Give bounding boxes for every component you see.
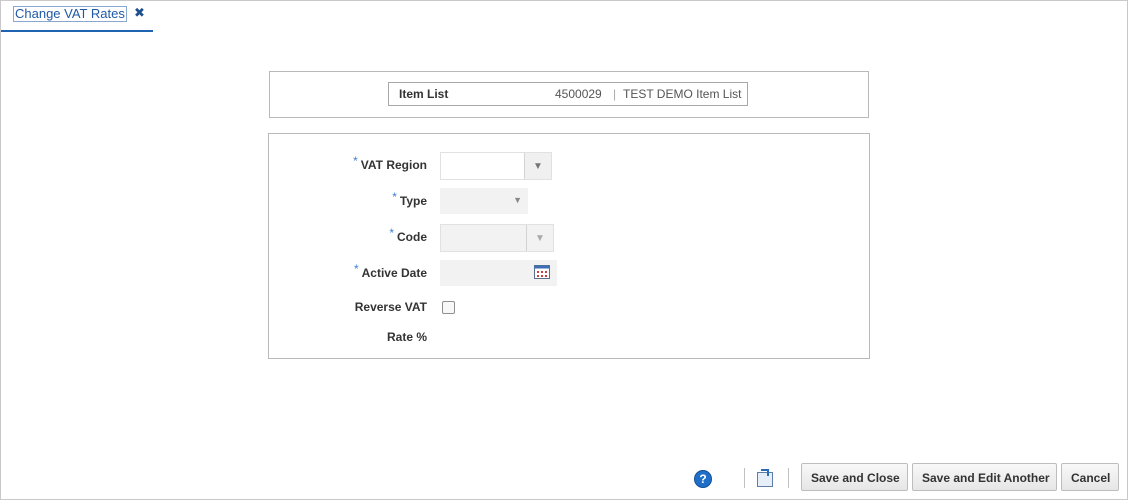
- type-select[interactable]: ▼: [440, 188, 528, 214]
- active-date-label: * Active Date: [354, 262, 427, 280]
- reverse-vat-checkbox[interactable]: [442, 301, 455, 314]
- reverse-vat-label: Reverse VAT: [354, 300, 427, 314]
- active-date-input[interactable]: [440, 260, 557, 286]
- toolbar-divider: [788, 468, 789, 488]
- active-date-label-text: Active Date: [361, 266, 427, 280]
- chevron-down-icon[interactable]: ▼: [524, 153, 551, 179]
- item-list-label: Item List: [399, 87, 449, 101]
- tab-change-vat-rates[interactable]: Change VAT Rates ✖: [1, 1, 153, 32]
- chevron-down-icon[interactable]: ▼: [513, 195, 522, 205]
- vat-region-select[interactable]: ▼: [440, 152, 552, 180]
- rate-label: Rate %: [386, 330, 427, 344]
- item-list-id: 4500029: [555, 87, 602, 101]
- vat-region-label: * VAT Region: [353, 154, 427, 172]
- item-list-description: TEST DEMO Item List: [623, 87, 742, 101]
- item-list-info: Item List 4500029 | TEST DEMO Item List: [388, 82, 748, 106]
- help-icon[interactable]: ?: [694, 470, 712, 488]
- close-icon[interactable]: ✖: [134, 6, 145, 20]
- required-marker: *: [392, 190, 397, 204]
- separator: |: [613, 87, 617, 101]
- export-icon[interactable]: [757, 469, 773, 487]
- code-label: * Code: [389, 226, 427, 244]
- required-marker: *: [389, 226, 394, 240]
- required-marker: *: [353, 154, 358, 168]
- vat-region-label-text: VAT Region: [360, 158, 427, 172]
- cancel-button[interactable]: Cancel: [1061, 463, 1119, 491]
- calendar-icon[interactable]: [534, 265, 550, 279]
- toolbar-divider: [744, 468, 745, 488]
- type-label-text: Type: [399, 194, 427, 208]
- type-label: * Type: [392, 190, 427, 208]
- save-and-close-button[interactable]: Save and Close: [801, 463, 908, 491]
- required-marker: *: [353, 262, 359, 276]
- vat-form: * VAT Region ▼ * Type ▼ * Code ▼ * Active Da…: [268, 133, 870, 359]
- tab-title[interactable]: Change VAT Rates: [13, 6, 127, 22]
- item-list-header: Item List 4500029 | TEST DEMO Item List: [269, 71, 869, 118]
- code-select[interactable]: ▼: [440, 224, 554, 252]
- save-and-edit-another-button[interactable]: Save and Edit Another: [912, 463, 1057, 491]
- chevron-down-icon[interactable]: ▼: [526, 225, 553, 251]
- code-label-text: Code: [397, 230, 427, 244]
